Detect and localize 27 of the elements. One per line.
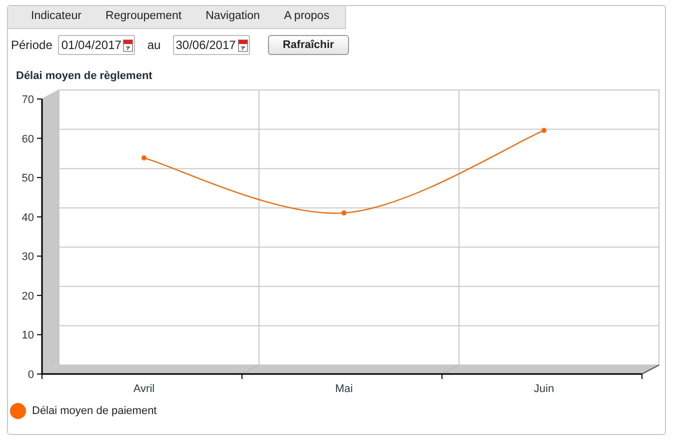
calendar-icon[interactable] xyxy=(238,38,248,52)
to-label: au xyxy=(147,37,161,54)
menu-item[interactable]: A propos xyxy=(272,6,342,28)
x-tick-label: Mai xyxy=(335,382,353,394)
y-tick-label: 70 xyxy=(22,94,34,106)
y-tick-label: 50 xyxy=(22,172,34,184)
data-point xyxy=(542,127,546,132)
chart-title: Délai moyen de règlement xyxy=(16,69,154,84)
x-tick-label: Juin xyxy=(534,382,554,394)
x-tick-label: Avril xyxy=(133,382,155,394)
y-tick-label: 0 xyxy=(28,368,34,380)
y-tick-label: 20 xyxy=(22,290,34,302)
y-tick-label: 30 xyxy=(22,250,34,263)
refresh-button[interactable]: Rafraîchir xyxy=(268,35,350,55)
calendar-icon[interactable] xyxy=(123,38,134,52)
date-field[interactable]: 01/04/2017 xyxy=(58,35,136,55)
period-label: Période xyxy=(11,37,52,54)
y-tick-label: 40 xyxy=(22,211,34,224)
legend-label: Délai moyen de paiement xyxy=(32,404,157,418)
data-point xyxy=(342,210,346,215)
menu-item[interactable]: Indicateur xyxy=(19,6,94,28)
y-tick-label: 10 xyxy=(22,329,34,342)
menu-item[interactable]: Navigation xyxy=(194,6,272,28)
data-point xyxy=(142,154,146,160)
y-tick-label: 60 xyxy=(22,132,34,145)
date-field[interactable]: 30/06/2017 xyxy=(172,35,250,55)
menu-item[interactable]: Regroupement xyxy=(94,6,194,28)
